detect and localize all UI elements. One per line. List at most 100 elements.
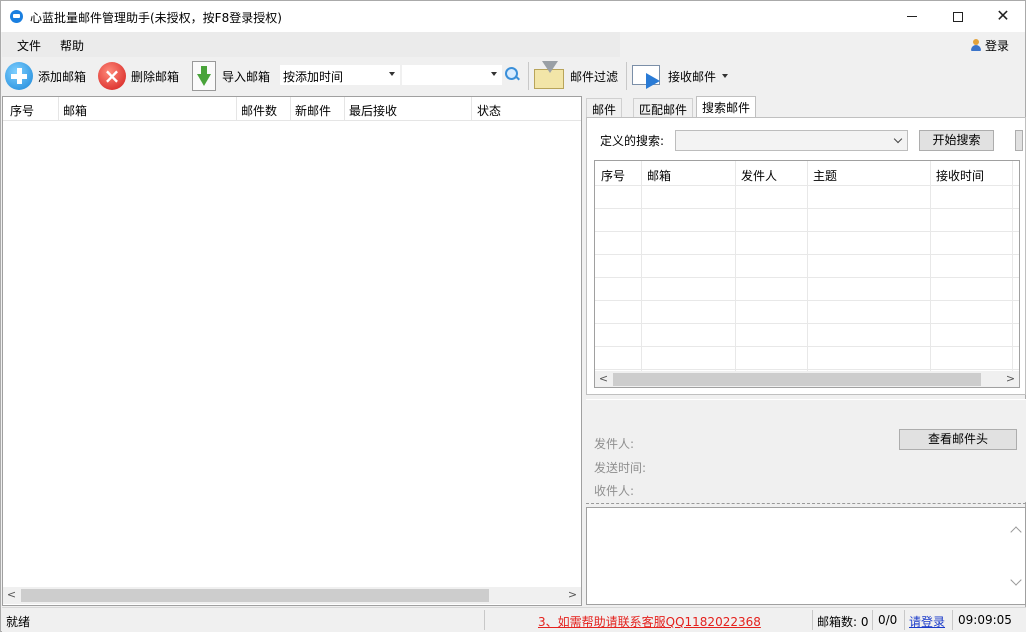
start-search-button[interactable]: 开始搜索 bbox=[919, 130, 994, 151]
search-results-grid[interactable]: 序号 邮箱 发件人 主题 接收时间 < > bbox=[594, 160, 1020, 388]
delete-icon: × bbox=[98, 62, 126, 90]
mail-filter-button[interactable]: 邮件过滤 bbox=[534, 60, 618, 92]
column-header[interactable]: 接收时间 bbox=[936, 167, 984, 184]
column-divider[interactable] bbox=[236, 97, 237, 121]
sender-label: 发件人: bbox=[594, 437, 635, 451]
mail-preview[interactable] bbox=[586, 507, 1026, 605]
tab-mail[interactable]: 邮件 bbox=[586, 98, 623, 118]
maximize-button[interactable] bbox=[935, 1, 981, 32]
results-horizontal-scrollbar[interactable]: < > bbox=[595, 371, 1019, 387]
grid-line bbox=[595, 254, 1019, 255]
chevron-down-icon bbox=[389, 72, 395, 76]
column-header[interactable]: 序号 bbox=[601, 167, 625, 184]
status-divider bbox=[812, 610, 813, 630]
receive-mail-icon bbox=[632, 61, 664, 91]
menu-help[interactable]: 帮助 bbox=[60, 37, 84, 54]
chevron-down-icon bbox=[893, 134, 903, 144]
login-link[interactable]: 请登录 bbox=[909, 613, 945, 630]
mailbox-count: 邮箱数: 0 bbox=[817, 615, 869, 629]
add-mailbox-button[interactable]: 添加邮箱 bbox=[5, 60, 86, 92]
scroll-left-icon[interactable]: < bbox=[3, 587, 20, 604]
view-header-button[interactable]: 查看邮件头 bbox=[899, 429, 1017, 450]
grid-line bbox=[930, 161, 931, 371]
column-divider[interactable] bbox=[344, 97, 345, 121]
column-header[interactable]: 序号 bbox=[10, 102, 34, 119]
splitter[interactable] bbox=[586, 503, 1026, 504]
column-header[interactable]: 邮箱 bbox=[63, 102, 87, 119]
horizontal-scrollbar[interactable]: < > bbox=[3, 587, 581, 604]
login-label: 登录 bbox=[985, 39, 1010, 53]
tab-matched-mail[interactable]: 匹配邮件 bbox=[633, 98, 694, 118]
status-divider bbox=[484, 610, 485, 630]
column-header[interactable]: 邮箱 bbox=[647, 167, 671, 184]
toolbar: 添加邮箱 × 删除邮箱 导入邮箱 按添加时间 邮件过滤 接收邮件 bbox=[2, 57, 1026, 95]
status-divider bbox=[872, 610, 873, 630]
search-icon[interactable] bbox=[505, 67, 519, 81]
close-icon: ✕ bbox=[996, 6, 1010, 25]
menu-file[interactable]: 文件 bbox=[17, 37, 41, 54]
filter-select[interactable] bbox=[402, 65, 502, 85]
progress-ratio: 0/0 bbox=[878, 613, 898, 627]
sort-select[interactable]: 按添加时间 bbox=[280, 65, 400, 85]
mail-filter-icon bbox=[534, 61, 566, 91]
toolbar-divider bbox=[626, 62, 627, 90]
scroll-right-icon[interactable]: > bbox=[564, 587, 581, 604]
extra-button[interactable] bbox=[1015, 130, 1023, 151]
mailbox-list-header: 序号 邮箱 邮件数 新邮件 最后接收 状态 bbox=[3, 97, 581, 121]
close-button[interactable]: ✕ bbox=[980, 1, 1026, 32]
column-header[interactable]: 最后接收 bbox=[349, 102, 397, 119]
column-header[interactable]: 邮件数 bbox=[241, 102, 277, 119]
mail-filter-label: 邮件过滤 bbox=[570, 69, 619, 84]
grid-line bbox=[1012, 161, 1013, 371]
login-button[interactable]: 登录 bbox=[970, 37, 1009, 54]
grid-line bbox=[595, 346, 1019, 347]
scroll-left-icon[interactable]: < bbox=[595, 371, 612, 387]
add-mailbox-label: 添加邮箱 bbox=[38, 69, 87, 84]
grid-line bbox=[595, 277, 1019, 278]
column-divider[interactable] bbox=[290, 97, 291, 121]
scrollbar-thumb[interactable] bbox=[613, 373, 981, 386]
column-divider[interactable] bbox=[471, 97, 472, 121]
tab-search-mail[interactable]: 搜索邮件 bbox=[696, 96, 757, 118]
status-bar: 就绪 3、如需帮助请联系客服QQ1182022368 邮箱数: 0 0/0 请登… bbox=[2, 607, 1026, 632]
title-bar: 心蓝批量邮件管理助手(未授权，按F8登录授权) ✕ bbox=[1, 1, 1025, 32]
delete-mailbox-button[interactable]: × 删除邮箱 bbox=[98, 60, 179, 92]
recipient-label: 收件人: bbox=[594, 484, 635, 498]
status-text: 就绪 bbox=[6, 615, 31, 629]
right-tabs: 邮件 匹配邮件 搜索邮件 bbox=[586, 96, 1026, 118]
column-divider[interactable] bbox=[58, 97, 59, 121]
vertical-scrollbar[interactable] bbox=[1008, 508, 1025, 604]
grid-line bbox=[595, 208, 1019, 209]
search-tab-panel: 定义的搜索: 开始搜索 序号 邮箱 发件人 主题 接收时间 < > bbox=[586, 117, 1026, 395]
scroll-down-icon[interactable] bbox=[1010, 574, 1022, 586]
import-mailbox-button[interactable]: 导入邮箱 bbox=[192, 60, 270, 92]
user-icon bbox=[970, 39, 982, 52]
scroll-right-icon[interactable]: > bbox=[1002, 371, 1019, 387]
column-header[interactable]: 状态 bbox=[477, 102, 501, 119]
chevron-down-icon[interactable] bbox=[720, 71, 730, 81]
sort-select-value: 按添加时间 bbox=[283, 70, 344, 84]
grid-line bbox=[735, 161, 736, 371]
clock: 09:09:05 bbox=[958, 613, 1012, 627]
support-notice-link[interactable]: 3、如需帮助请联系客服QQ1182022368 bbox=[538, 613, 761, 630]
grid-line bbox=[595, 231, 1019, 232]
import-mailbox-label: 导入邮箱 bbox=[222, 69, 271, 84]
grid-line bbox=[807, 161, 808, 371]
minimize-icon bbox=[907, 16, 917, 17]
app-logo-icon bbox=[10, 10, 23, 23]
grid-line bbox=[595, 369, 1019, 370]
minimize-button[interactable] bbox=[889, 1, 935, 32]
receive-mail-button[interactable]: 接收邮件 bbox=[632, 60, 730, 92]
scroll-up-icon[interactable] bbox=[1010, 526, 1022, 538]
column-header[interactable]: 主题 bbox=[813, 167, 837, 184]
add-icon bbox=[5, 62, 33, 90]
app-window: 心蓝批量邮件管理助手(未授权，按F8登录授权) ✕ 文件 帮助 登录 添加邮箱 … bbox=[0, 0, 1026, 632]
column-header[interactable]: 发件人 bbox=[741, 167, 777, 184]
grid-line bbox=[595, 185, 1019, 186]
search-label: 定义的搜索: bbox=[600, 134, 665, 148]
import-icon bbox=[192, 61, 216, 91]
column-header[interactable]: 新邮件 bbox=[295, 102, 331, 119]
saved-search-select[interactable] bbox=[675, 130, 908, 151]
scrollbar-thumb[interactable] bbox=[21, 589, 489, 602]
mailbox-list[interactable]: 序号 邮箱 邮件数 新邮件 最后接收 状态 < > bbox=[2, 96, 582, 606]
